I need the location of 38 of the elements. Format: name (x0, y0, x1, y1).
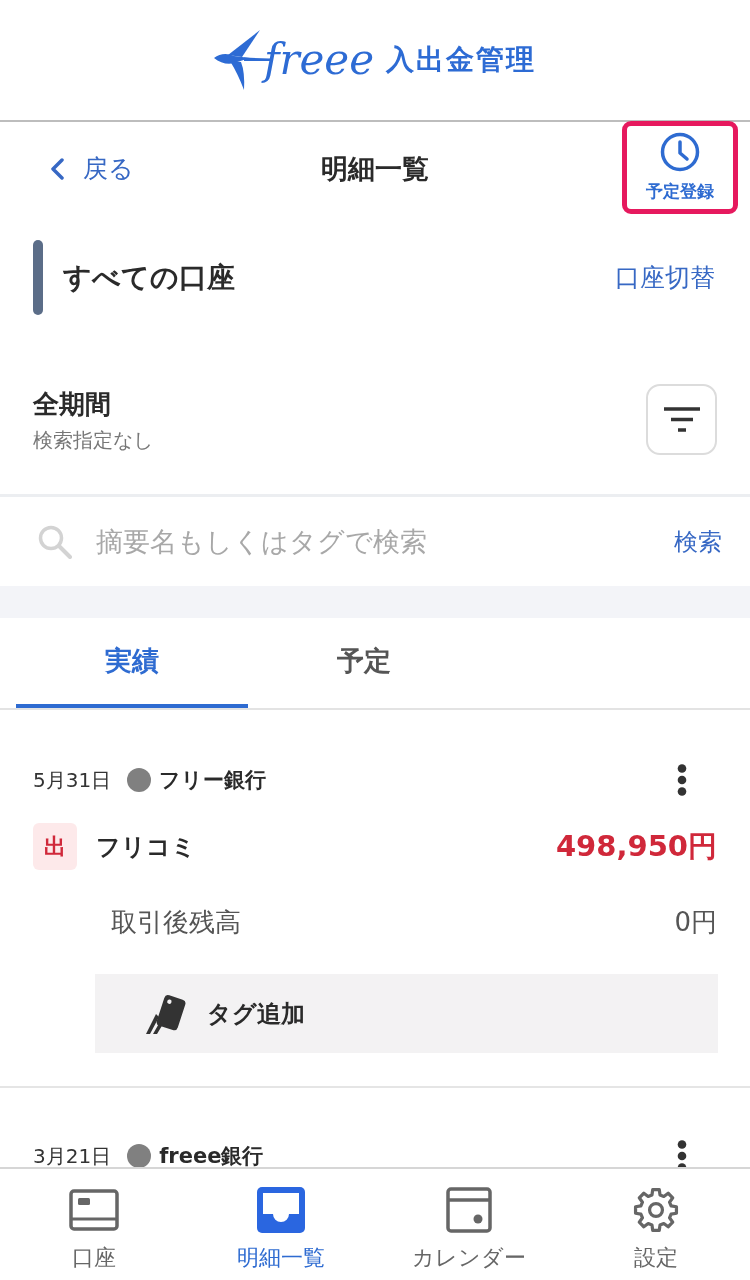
period-subtitle: 検索指定なし (33, 426, 153, 453)
transaction-description: フリコミ (96, 831, 197, 863)
bottom-nav-tab[interactable]: カレンダー (375, 1169, 563, 1280)
search-button[interactable]: 検索 (674, 523, 722, 560)
tab[interactable]: 予定 (248, 618, 480, 708)
clock-icon (660, 132, 700, 172)
calendar-icon (443, 1187, 494, 1233)
account-name: すべての口座 (63, 259, 236, 296)
chevron-left-icon (50, 157, 65, 180)
back-button[interactable]: 戻る (48, 148, 136, 189)
more-menu-icon[interactable] (677, 764, 687, 796)
bottom-nav-tab[interactable]: 明細一覧 (187, 1169, 375, 1280)
bank-name: freee銀行 (159, 1143, 265, 1167)
bottom-nav-tab[interactable]: 口座 (0, 1169, 188, 1280)
inbox-tray-icon (256, 1187, 307, 1233)
transaction-amount: 498,950円 (555, 827, 717, 865)
schedule-register-button[interactable]: 予定登録 (622, 121, 738, 214)
balance-label: 取引後残高 (111, 905, 241, 939)
tag-icon (145, 992, 187, 1035)
transaction-type-badge: 出 (33, 823, 77, 870)
add-tag-button[interactable]: タグ追加 (95, 974, 718, 1053)
transaction-date: 3月21日 (33, 1142, 112, 1167)
filter-button[interactable] (646, 384, 717, 455)
search-icon (38, 524, 72, 559)
period-title: 全期間 (33, 387, 112, 421)
balance-value: 0円 (674, 905, 717, 939)
bottom-nav-tab[interactable]: 設定 (562, 1169, 750, 1280)
page-title: 明細一覧 (321, 151, 429, 186)
bank-name: フリー銀行 (159, 767, 268, 794)
card-icon (68, 1187, 119, 1233)
more-menu-icon[interactable] (677, 1140, 687, 1167)
switch-account-link[interactable]: 口座切替 (615, 259, 715, 296)
transaction-date: 5月31日 (33, 766, 112, 794)
tab[interactable]: 実績 (16, 618, 248, 708)
search-field[interactable]: 摘要名もしくはタグで検索 (96, 522, 674, 561)
filter-icon (663, 407, 700, 432)
logo-wordmark: freee (263, 39, 375, 81)
app-name: 入出金管理 (386, 43, 537, 77)
